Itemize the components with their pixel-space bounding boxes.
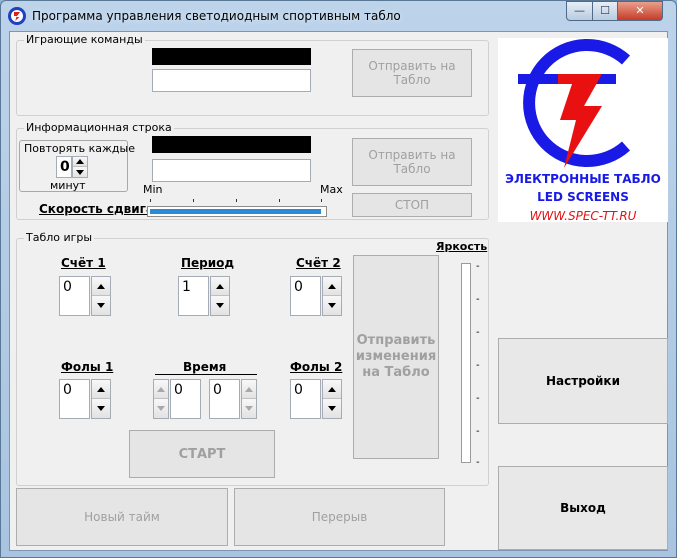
period-label: Период (181, 256, 235, 270)
time-seconds-spinner[interactable] (241, 379, 257, 419)
minimize-button[interactable]: — (566, 1, 593, 21)
brightness-tick: - (476, 261, 480, 272)
spin-up-icon[interactable] (216, 283, 224, 289)
send-changes-button[interactable]: Отправить изменения на Табло (353, 255, 439, 459)
app-window: Программа управления светодиодным спорти… (0, 0, 677, 558)
logo-line-2: LED SCREENS (537, 190, 629, 204)
app-icon (8, 7, 26, 25)
speed-label: Скорость сдвига (39, 202, 155, 216)
fouls2-field[interactable]: 0 (290, 379, 321, 419)
brightness-tick: - (476, 327, 480, 338)
brightness-ticks: - - - - - - - (476, 261, 484, 468)
spin-down-icon[interactable] (76, 169, 84, 175)
time-minutes-field[interactable]: 0 (170, 379, 201, 419)
fouls1-label: Фолы 1 (61, 360, 114, 374)
company-logo: ЭЛЕКТРОННЫЕ ТАБЛО LED SCREENS WWW.SPEC-T… (498, 38, 668, 223)
settings-button[interactable]: Настройки (498, 338, 668, 424)
brightness-tick: - (476, 393, 480, 404)
spin-up-icon[interactable] (245, 386, 253, 392)
game-group-title: Табло игры (24, 231, 95, 244)
spin-up-icon[interactable] (328, 386, 336, 392)
brightness-tick: - (476, 360, 480, 371)
info-input[interactable] (152, 159, 311, 182)
info-group: Информационная строка Повторять каждые 0… (16, 121, 489, 220)
repeat-spinner[interactable] (72, 156, 88, 178)
stop-button[interactable]: СТОП (352, 193, 472, 217)
window-title: Программа управления светодиодным спорти… (32, 9, 401, 23)
repeat-box: Повторять каждые 0 минут (19, 140, 135, 192)
teams-send-button[interactable]: Отправить на Табло (352, 49, 472, 97)
spin-up-icon[interactable] (157, 386, 165, 392)
time-seconds-field[interactable]: 0 (209, 379, 240, 419)
spin-down-icon[interactable] (157, 406, 165, 411)
time-label: Время (183, 360, 227, 374)
title-bar[interactable]: Программа управления светодиодным спорти… (1, 1, 676, 31)
fouls1-spinner[interactable] (91, 379, 111, 419)
new-half-button[interactable]: Новый тайм (16, 488, 228, 546)
spin-up-icon[interactable] (97, 386, 105, 392)
score1-label: Счёт 1 (61, 256, 106, 270)
spin-down-icon[interactable] (245, 406, 253, 411)
spin-down-icon[interactable] (97, 406, 105, 411)
client-area: Играющие команды Отправить на Табло Инфо… (9, 31, 668, 551)
score2-spinner[interactable] (322, 276, 342, 316)
spin-down-icon[interactable] (328, 406, 336, 411)
time-underline (155, 374, 257, 375)
brightness-slider[interactable] (461, 263, 471, 463)
speed-slider-fill (150, 209, 321, 214)
start-button[interactable]: СТАРТ (129, 430, 275, 478)
score2-field[interactable]: 0 (290, 276, 321, 316)
fouls2-label: Фолы 2 (290, 360, 343, 374)
logo-line-1: ЭЛЕКТРОННЫЕ ТАБЛО (505, 172, 661, 186)
score1-spinner[interactable] (91, 276, 111, 316)
teams-display-bar (152, 48, 311, 65)
spin-down-icon[interactable] (216, 303, 224, 308)
logo-line-3: WWW.SPEC-TT.RU (529, 209, 637, 223)
speed-slider[interactable] (147, 206, 327, 217)
close-button[interactable]: ✕ (617, 1, 663, 21)
teams-group: Играющие команды Отправить на Табло (16, 33, 489, 116)
maximize-button[interactable]: ☐ (592, 1, 618, 21)
fouls2-spinner[interactable] (322, 379, 342, 419)
spin-up-icon[interactable] (97, 283, 105, 289)
spin-down-icon[interactable] (97, 303, 105, 308)
minutes-label: минут (50, 179, 86, 192)
speed-slider-ticks (150, 199, 322, 202)
spin-up-icon[interactable] (76, 159, 84, 164)
exit-button[interactable]: Выход (498, 466, 668, 550)
spin-down-icon[interactable] (328, 303, 336, 308)
info-group-title: Информационная строка (24, 121, 174, 134)
score1-field[interactable]: 0 (59, 276, 90, 316)
break-button[interactable]: Перерыв (234, 488, 445, 546)
spin-up-icon[interactable] (328, 283, 336, 289)
time-minutes-spinner[interactable] (153, 379, 169, 419)
teams-group-title: Играющие команды (24, 33, 145, 46)
brightness-tick: - (476, 426, 480, 437)
fouls1-field[interactable]: 0 (59, 379, 90, 419)
speed-min-label: Min (143, 183, 163, 196)
game-group: Табло игры Яркость Счёт 1 0 Период 1 Счё… (16, 231, 489, 486)
period-spinner[interactable] (210, 276, 230, 316)
brightness-tick: - (476, 457, 480, 468)
brightness-tick: - (476, 294, 480, 305)
period-field[interactable]: 1 (178, 276, 209, 316)
info-send-button[interactable]: Отправить на Табло (352, 138, 472, 186)
repeat-field[interactable]: 0 (56, 156, 72, 178)
speed-max-label: Max (320, 183, 343, 196)
score2-label: Счёт 2 (296, 256, 341, 270)
brightness-label: Яркость (436, 240, 488, 253)
teams-input[interactable] (152, 69, 311, 92)
repeat-label: Повторять каждые (24, 142, 135, 155)
info-display-bar (152, 136, 311, 153)
